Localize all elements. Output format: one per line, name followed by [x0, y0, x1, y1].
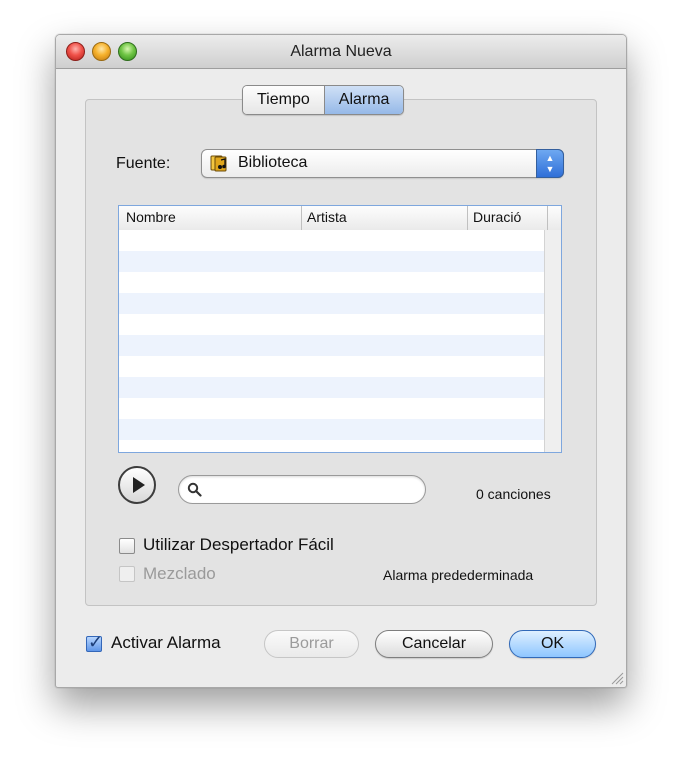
alarm-window: Alarma Nueva Tiempo Alarma Fuente: Bibli…	[55, 34, 627, 688]
column-header-artist[interactable]: Artista	[307, 209, 347, 225]
search-input[interactable]	[204, 480, 418, 500]
cancel-button[interactable]: Cancelar	[375, 630, 493, 658]
music-library-icon	[210, 155, 227, 172]
search-icon	[187, 482, 202, 497]
window-title: Alarma Nueva	[290, 43, 392, 60]
select-stepper-icon: ▲ ▼	[536, 149, 564, 178]
easy-wake-checkbox[interactable]	[119, 538, 135, 554]
activate-alarm-label[interactable]: Activar Alarma	[111, 633, 221, 653]
songs-table-header: Nombre Artista Duració	[119, 206, 561, 231]
play-icon	[133, 477, 145, 493]
table-row[interactable]	[119, 398, 547, 419]
song-search-field[interactable]	[178, 475, 426, 504]
table-row[interactable]	[119, 251, 547, 272]
play-preview-button[interactable]	[118, 466, 156, 504]
table-row[interactable]	[119, 293, 547, 314]
table-row[interactable]	[119, 230, 547, 251]
tab-tiempo[interactable]: Tiempo	[243, 86, 325, 114]
shuffle-label: Mezclado	[143, 564, 216, 583]
default-alarm-label: Alarma predederminada	[383, 567, 534, 583]
column-header-name[interactable]: Nombre	[126, 209, 176, 225]
activate-alarm-checkbox[interactable]: ✓	[86, 632, 104, 652]
source-select[interactable]: Biblioteca ▲ ▼	[201, 149, 564, 178]
ok-button[interactable]: OK	[509, 630, 596, 658]
tab-alarma[interactable]: Alarma	[324, 86, 404, 114]
easy-wake-label[interactable]: Utilizar Despertador Fácil	[143, 535, 334, 555]
table-scrollbar[interactable]	[544, 230, 561, 452]
delete-button: Borrar	[264, 630, 359, 658]
table-row[interactable]	[119, 419, 547, 440]
table-row[interactable]	[119, 356, 547, 377]
source-label: Fuente:	[116, 155, 171, 172]
table-row[interactable]	[119, 314, 547, 335]
column-header-duration[interactable]: Duració	[473, 209, 521, 225]
column-divider[interactable]	[467, 206, 468, 230]
table-row[interactable]	[119, 272, 547, 293]
table-row[interactable]	[119, 377, 547, 398]
song-count: 0 canciones	[476, 486, 551, 502]
source-selected-value: Biblioteca	[238, 154, 308, 171]
resize-grip-icon[interactable]	[610, 671, 624, 685]
column-divider[interactable]	[301, 206, 302, 230]
checkmark-icon: ✓	[88, 632, 104, 652]
column-divider	[547, 206, 548, 230]
shuffle-checkbox	[119, 566, 135, 582]
title-bar[interactable]: Alarma Nueva	[56, 35, 626, 69]
songs-table[interactable]: Nombre Artista Duració	[118, 205, 562, 453]
table-row[interactable]	[119, 335, 547, 356]
mode-tabs: Tiempo Alarma	[242, 85, 405, 115]
